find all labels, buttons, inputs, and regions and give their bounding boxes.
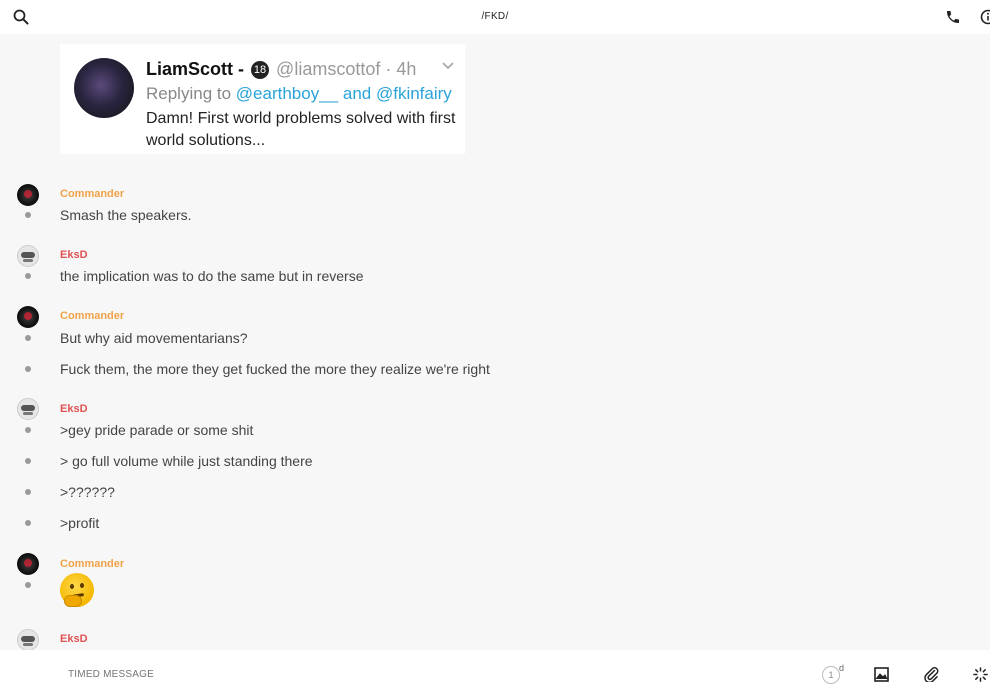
tweet-header: LiamScott - 18 @liamscottof · 4h [146, 59, 416, 80]
message-dot [25, 489, 31, 495]
message-text: the implication was to do the same but i… [60, 268, 364, 284]
tweet-avatar [74, 58, 134, 118]
avatar[interactable] [17, 629, 39, 650]
conversation-title: /FKD/ [481, 11, 509, 22]
message-author[interactable]: EksD [60, 249, 88, 261]
timer-unit: d [839, 663, 845, 673]
top-bar: /FKD/ [0, 0, 990, 34]
paperclip-icon[interactable] [923, 666, 939, 682]
avatar[interactable] [17, 184, 39, 206]
message-dot [25, 427, 31, 433]
tweet-mention: @fkinfairy [375, 84, 452, 103]
image-icon[interactable] [874, 667, 889, 682]
message-author[interactable]: Commander [60, 310, 124, 322]
tweet-author-name: LiamScott - [146, 59, 245, 79]
tweet-mention-and: and [342, 84, 372, 103]
message-dot [25, 520, 31, 526]
tweet-replying-to: Replying to @earthboy__ and @fkinfairy [146, 84, 452, 104]
tweet-body: Damn! First world problems solved with f… [146, 110, 456, 149]
message-list[interactable]: LiamScott - 18 @liamscottof · 4h Replyin… [0, 34, 990, 650]
phone-icon[interactable] [945, 9, 961, 25]
message-text: Smash the speakers. [60, 207, 192, 223]
message-dot [25, 458, 31, 464]
message-author[interactable]: EksD [60, 403, 88, 415]
message-dot [25, 273, 31, 279]
avatar[interactable] [17, 553, 39, 575]
loading-spinner-icon[interactable] [973, 667, 988, 682]
thinking-face-emoji-icon [60, 573, 94, 607]
message-text: > go full volume while just standing the… [60, 453, 313, 469]
message-dot [25, 582, 31, 588]
info-icon[interactable] [980, 9, 990, 25]
avatar[interactable] [17, 245, 39, 267]
age-badge-icon: 18 [251, 61, 270, 79]
avatar[interactable] [17, 398, 39, 420]
message-text: >?????? [60, 484, 115, 500]
embedded-tweet-image[interactable]: LiamScott - 18 @liamscottof · 4h Replyin… [60, 44, 465, 154]
message-author[interactable]: Commander [60, 558, 124, 570]
chevron-down-icon [442, 62, 454, 70]
composer-bar: 1 d [0, 650, 990, 700]
message-dot [25, 212, 31, 218]
avatar[interactable] [17, 306, 39, 328]
message-author[interactable]: Commander [60, 188, 124, 200]
message-text: >gey pride parade or some shit [60, 422, 254, 438]
tweet-mention: @earthboy__ [235, 84, 339, 103]
message-text: >profit [60, 515, 100, 531]
message-input[interactable] [68, 669, 368, 680]
message-text: Fuck them, the more they get fucked the … [60, 361, 490, 377]
timer-icon[interactable]: 1 [822, 666, 840, 684]
message-dot [25, 366, 31, 372]
replying-prefix: Replying to [146, 84, 232, 103]
message-text: But why aid movementarians? [60, 330, 248, 346]
message-dot [25, 335, 31, 341]
message-author[interactable]: EksD [60, 633, 88, 645]
tweet-handle-time: @liamscottof · 4h [276, 59, 417, 79]
